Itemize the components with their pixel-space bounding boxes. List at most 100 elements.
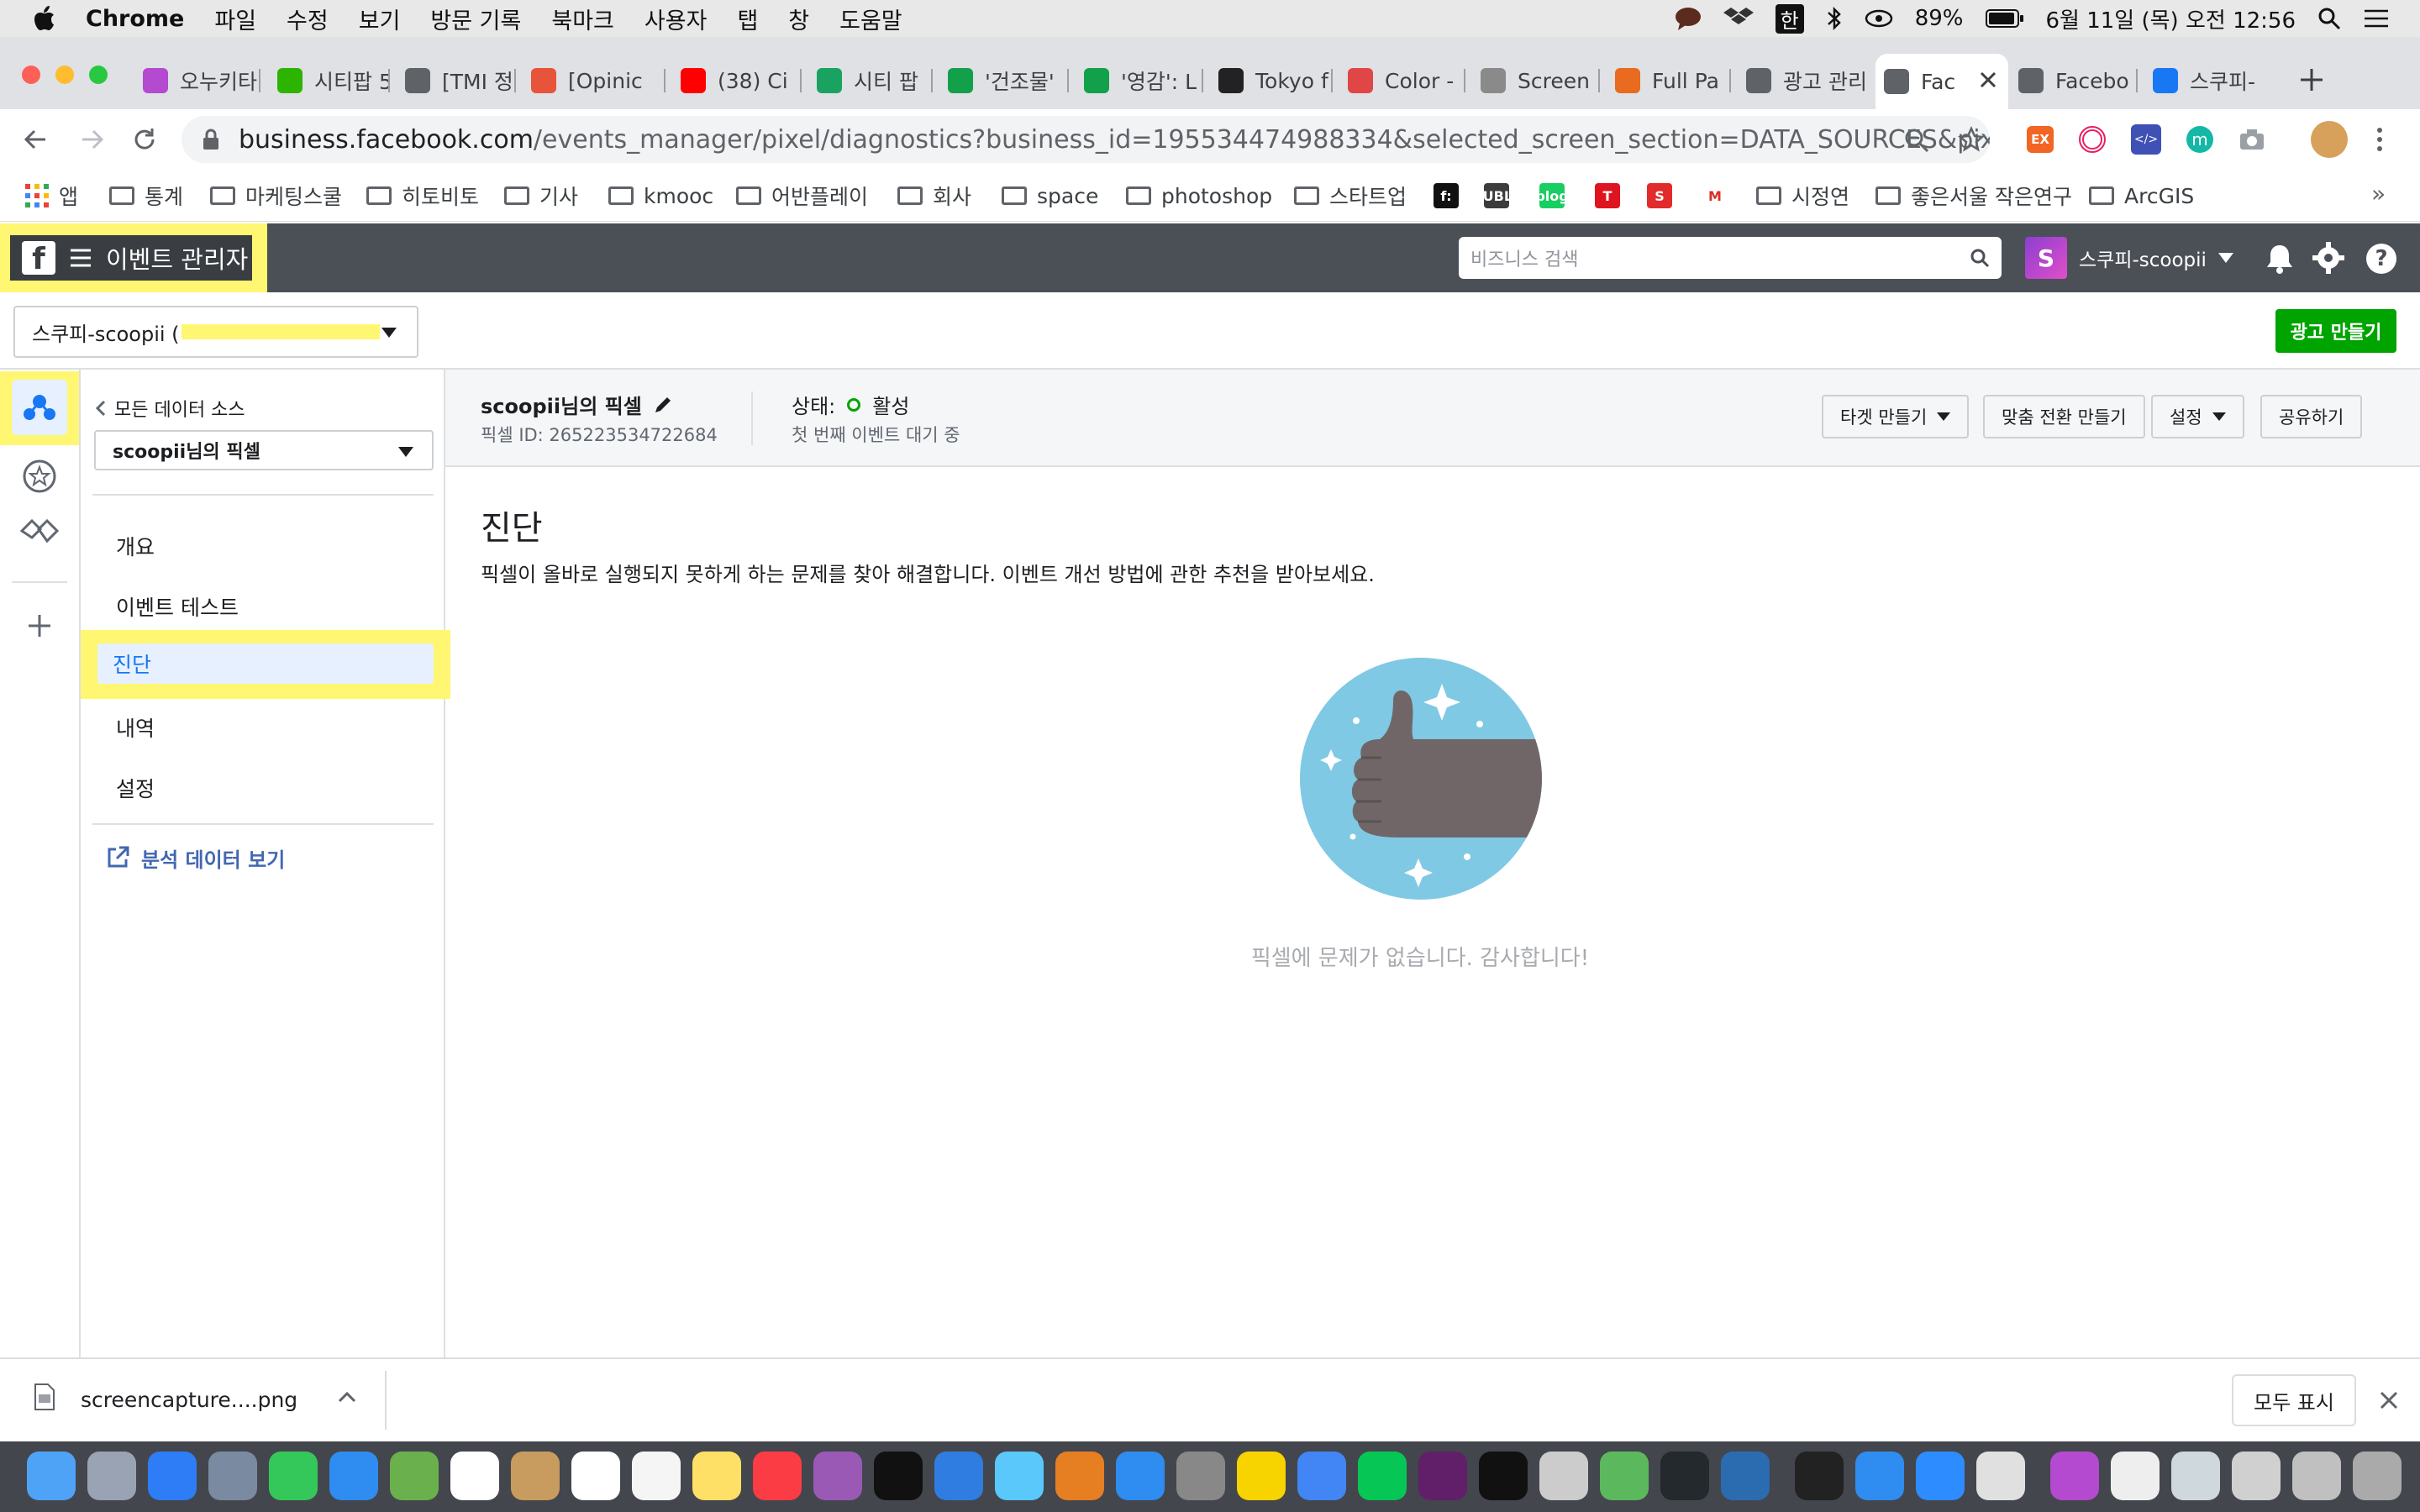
bookmark-folder[interactable]: ArcGIS xyxy=(2089,181,2194,210)
dock-app-icon[interactable] xyxy=(27,1452,76,1500)
bookmark-folder[interactable]: 통계 xyxy=(109,181,183,210)
bookmark-folder[interactable]: space xyxy=(1002,181,1098,210)
dock-app-icon[interactable] xyxy=(753,1452,802,1500)
bookmark-folder[interactable]: 어반플레이 xyxy=(736,181,868,210)
partner-integrations-icon[interactable] xyxy=(20,519,59,548)
bookmark-site-icon[interactable]: PUBLY xyxy=(1473,183,1520,208)
nav-overview[interactable]: 개요 xyxy=(92,519,439,573)
close-downloads-icon[interactable] xyxy=(2380,1391,2398,1410)
bookmark-folder[interactable]: 좋은서울 작은연구 xyxy=(1876,181,2072,210)
browser-tab[interactable]: Full Pa xyxy=(1607,59,1731,102)
extension-code-icon[interactable]: </> xyxy=(2131,124,2161,155)
bookmark-folder[interactable]: 히토비토 xyxy=(366,181,479,210)
nav-history[interactable]: 내역 xyxy=(92,701,439,754)
dock-app-icon[interactable] xyxy=(2171,1452,2220,1500)
zoom-icon[interactable] xyxy=(1904,128,1929,153)
dock-app-icon[interactable] xyxy=(2232,1452,2281,1500)
bookmark-folder[interactable]: 스타트업 xyxy=(1294,181,1407,210)
dock-app-icon[interactable] xyxy=(450,1452,499,1500)
chevron-up-icon[interactable] xyxy=(338,1391,356,1403)
profile-avatar[interactable] xyxy=(2311,121,2348,158)
dock-app-icon[interactable] xyxy=(1116,1452,1165,1500)
dock-app-icon[interactable] xyxy=(2353,1452,2402,1500)
bookmark-site-icon[interactable]: T xyxy=(1595,183,1620,208)
dock-app-icon[interactable] xyxy=(632,1452,681,1500)
tab-active[interactable]: Fac xyxy=(1876,54,2008,109)
extension-target-icon[interactable] xyxy=(2079,126,2106,153)
bookmark-apps[interactable]: 앱 xyxy=(25,181,78,210)
dock-app-icon[interactable] xyxy=(1660,1452,1709,1500)
pixel-select[interactable]: scoopii님의 픽셀 xyxy=(94,430,434,470)
dock-app-icon[interactable] xyxy=(511,1452,560,1500)
bookmark-site-icon[interactable]: blog xyxy=(1535,183,1569,208)
dock-app-icon[interactable] xyxy=(269,1452,318,1500)
chrome-menu-icon[interactable] xyxy=(2375,126,2385,153)
dock-app-icon[interactable] xyxy=(1721,1452,1770,1500)
show-all-downloads-button[interactable]: 모두 표시 xyxy=(2232,1374,2356,1426)
dock-app-icon[interactable] xyxy=(329,1452,378,1500)
dock-app-icon[interactable] xyxy=(148,1452,197,1500)
dock-app-icon[interactable] xyxy=(692,1452,741,1500)
dock-app-icon[interactable] xyxy=(1418,1452,1467,1500)
view-analytics-link[interactable]: 분석 데이터 보기 xyxy=(106,840,285,875)
bookmark-folder[interactable]: 기사 xyxy=(504,181,578,210)
browser-tab[interactable]: [TMI 정 xyxy=(397,59,516,102)
tab-close-icon[interactable] xyxy=(1980,69,1996,93)
dock-app-icon[interactable] xyxy=(1795,1452,1844,1500)
address-bar[interactable]: business.facebook.com/events_manager/pix… xyxy=(182,116,1990,163)
browser-tab[interactable]: Facebo xyxy=(2010,59,2138,102)
star-badge-icon[interactable] xyxy=(22,459,57,494)
dock-app-icon[interactable] xyxy=(1297,1452,1346,1500)
new-tab-icon[interactable] xyxy=(2299,67,2324,96)
settings-dropdown-button[interactable]: 설정 xyxy=(2151,395,2244,438)
search-icon[interactable] xyxy=(1970,248,1990,268)
dock-app-icon[interactable] xyxy=(1855,1452,1904,1500)
bookmark-star-icon[interactable] xyxy=(1958,126,1985,153)
browser-tab[interactable]: (38) Ci xyxy=(672,59,802,102)
help-icon[interactable]: ? xyxy=(2366,244,2396,274)
bookmark-folder[interactable]: kmooc xyxy=(608,181,713,210)
bookmark-site-icon[interactable]: M xyxy=(1702,183,1728,208)
download-filename[interactable]: screencapture....png xyxy=(81,1388,297,1412)
bookmark-site-icon[interactable]: S xyxy=(1647,183,1672,208)
browser-tab[interactable]: 광고 관리 xyxy=(1738,59,1865,102)
dock-app-icon[interactable] xyxy=(1600,1452,1649,1500)
browser-tab[interactable]: 시티팝 5 xyxy=(269,59,390,102)
business-search-input[interactable]: 비즈니스 검색 xyxy=(1459,237,2002,279)
dock-app-icon[interactable] xyxy=(571,1452,620,1500)
browser-tab[interactable]: '건조물' xyxy=(939,59,1069,102)
bookmarks-overflow-icon[interactable]: » xyxy=(2371,180,2386,207)
create-ad-button[interactable]: 광고 만들기 xyxy=(2275,309,2396,353)
dock-app-icon[interactable] xyxy=(2292,1452,2341,1500)
browser-tab[interactable]: Screen xyxy=(1472,59,1600,102)
browser-tab[interactable]: 스쿠피- xyxy=(2144,59,2270,102)
dock-app-icon[interactable] xyxy=(995,1452,1044,1500)
dock-app-icon[interactable] xyxy=(1916,1452,1965,1500)
dock-app-icon[interactable] xyxy=(208,1452,257,1500)
dock-app-icon[interactable] xyxy=(1976,1452,2025,1500)
account-switcher[interactable]: S 스쿠피-scoopii xyxy=(2025,237,2233,279)
dock-app-icon[interactable] xyxy=(813,1452,862,1500)
browser-tab[interactable]: 시티 팝 xyxy=(808,59,933,102)
dock-app-icon[interactable] xyxy=(1055,1452,1104,1500)
create-custom-conversion-button[interactable]: 맞춤 전환 만들기 xyxy=(1983,395,2145,438)
bookmark-folder[interactable]: 시정연 xyxy=(1756,181,1849,210)
bookmark-folder[interactable]: 마케팅스쿨 xyxy=(210,181,342,210)
extension-ex-icon[interactable]: EX xyxy=(2027,126,2054,153)
forward-icon[interactable] xyxy=(79,126,106,153)
back-icon[interactable] xyxy=(22,126,49,153)
dock-app-icon[interactable] xyxy=(934,1452,983,1500)
dock-app-icon[interactable] xyxy=(1176,1452,1225,1500)
dock-app-icon[interactable] xyxy=(2050,1452,2099,1500)
create-audience-button[interactable]: 타겟 만들기 xyxy=(1822,395,1970,438)
bookmark-site-icon[interactable]: f: xyxy=(1434,183,1459,208)
add-icon[interactable] xyxy=(27,613,52,638)
extension-m-icon[interactable]: m xyxy=(2186,126,2213,153)
dock-app-icon[interactable] xyxy=(87,1452,136,1500)
bookmark-folder[interactable]: photoshop xyxy=(1126,181,1272,210)
dock-app-icon[interactable] xyxy=(874,1452,923,1500)
dock-app-icon[interactable] xyxy=(1539,1452,1588,1500)
back-to-data-sources-link[interactable]: 모든 데이터 소스 xyxy=(96,395,245,422)
rail-item-data-sources[interactable] xyxy=(12,380,67,435)
browser-tab[interactable]: '영감': L xyxy=(1076,59,1203,102)
